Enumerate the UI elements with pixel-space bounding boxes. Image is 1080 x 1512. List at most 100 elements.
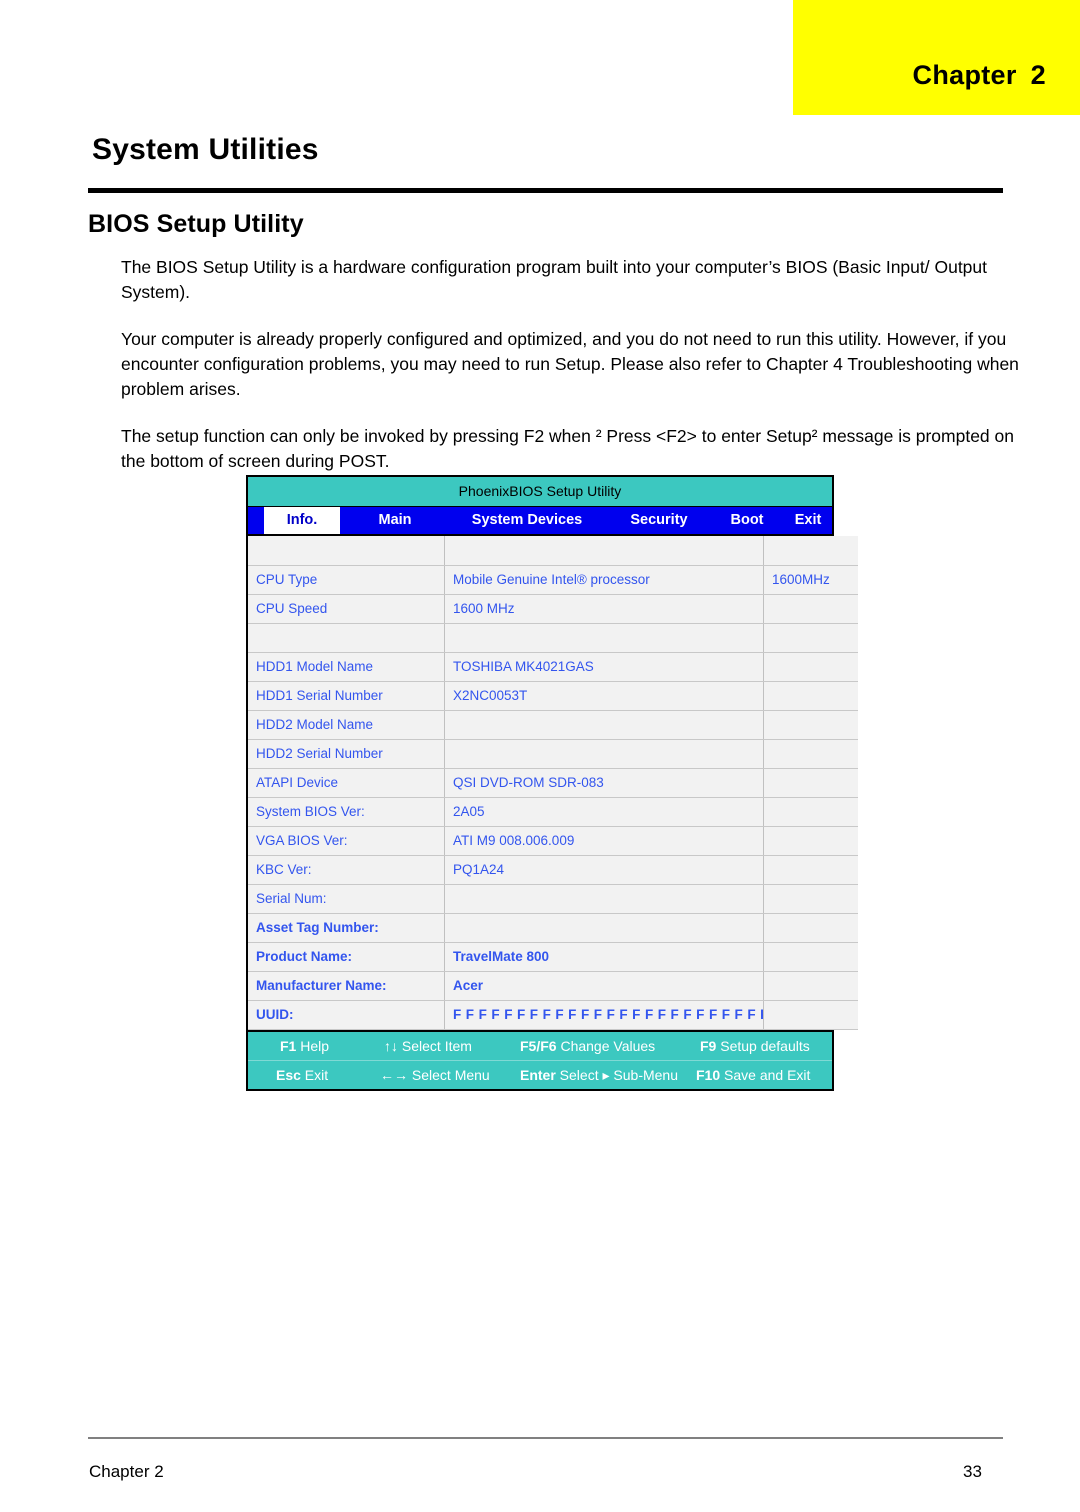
section-title: BIOS Setup Utility (88, 210, 304, 238)
bios-info-value: Acer (444, 971, 764, 1001)
bios-info-label: HDD2 Serial Number (248, 739, 445, 769)
bios-info-row[interactable]: Serial Num: (248, 884, 858, 914)
bios-info-value (444, 884, 764, 914)
bios-info-value: Mobile Genuine Intel® processor (444, 565, 764, 595)
bios-info-label: CPU Speed (248, 594, 445, 624)
bios-key-legend: F1 Help ↑↓ Select Item F5/F6 Change Values… (248, 1029, 832, 1089)
bios-info-label: UUID: (248, 1000, 445, 1030)
bios-info-label: HDD1 Model Name (248, 652, 445, 682)
bios-key-action: Select ▸ Sub-Menu (555, 1066, 678, 1083)
bios-key-name: F9 (700, 1037, 717, 1054)
bios-info-extra (763, 594, 858, 624)
bios-key-name: ↑↓ (384, 1037, 398, 1054)
bios-info-value: TravelMate 800 (444, 942, 764, 972)
bios-info-row[interactable]: Asset Tag Number: (248, 913, 858, 943)
bios-menu-tab-system-devices[interactable]: System Devices (450, 507, 604, 534)
chapter-banner-text: Chapter 2 (913, 60, 1046, 91)
bios-key-name: Enter (520, 1066, 556, 1083)
body-copy: The BIOS Setup Utility is a hardware con… (121, 255, 1019, 496)
bios-info-row[interactable]: KBC Ver: PQ1A24 (248, 855, 858, 885)
paragraph-2: Your computer is already properly config… (121, 329, 1019, 399)
paragraph-3: The setup function can only be invoked b… (121, 426, 1014, 471)
bios-info-row[interactable]: ATAPI Device QSI DVD-ROM SDR-083 (248, 768, 858, 798)
bios-key-name: F10 (696, 1066, 721, 1083)
bios-info-row[interactable]: HDD1 Serial Number X2NC0053T (248, 681, 858, 711)
bios-info-row[interactable]: HDD2 Serial Number (248, 739, 858, 769)
bios-info-extra (763, 536, 858, 566)
bios-info-value: TOSHIBA MK4021GAS (444, 652, 764, 682)
bios-info-row (248, 623, 858, 653)
bios-info-value: 1600 MHz (444, 594, 764, 624)
chapter-banner: Chapter 2 (793, 0, 1080, 115)
bios-info-row[interactable]: CPU Speed 1600 MHz (248, 594, 858, 624)
bios-info-row[interactable]: VGA BIOS Ver: ATI M9 008.006.009 (248, 826, 858, 856)
bios-info-row[interactable]: Manufacturer Name: Acer (248, 971, 858, 1001)
footer-chapter-label: Chapter 2 (89, 1462, 164, 1481)
bios-key-legend-entry: F9 Setup defaults (700, 1032, 810, 1060)
bios-info-extra (763, 768, 858, 798)
bios-key-action: Change Values (556, 1037, 656, 1054)
bios-info-row[interactable]: HDD2 Model Name (248, 710, 858, 740)
bios-key-action: Select Menu (408, 1066, 490, 1083)
bios-info-label: Serial Num: (248, 884, 445, 914)
bios-info-row[interactable]: CPU Type Mobile Genuine Intel® processor 1… (248, 565, 858, 595)
bios-info-value (444, 710, 764, 740)
bios-menu-tab-security[interactable]: Security (604, 507, 714, 534)
bios-info-value: F F F F F F F F F F F F F F F F F F F F … (444, 1000, 764, 1030)
bios-key-legend-entry: F5/F6 Change Values (520, 1032, 655, 1060)
bios-info-row[interactable]: UUID: F F F F F F F F F F F F F F F F F F… (248, 1000, 858, 1030)
bios-key-legend-row-2: Esc Exit ←→ Select Menu Enter Select ▸ Sub… (248, 1059, 832, 1089)
bios-menu-tab-exit[interactable]: Exit (780, 507, 836, 534)
bios-info-extra (763, 797, 858, 827)
bios-key-legend-entry: F10 Save and Exit (696, 1061, 810, 1089)
bios-info-extra (763, 884, 858, 914)
bios-key-name: ←→ (380, 1066, 408, 1083)
bios-info-label (248, 623, 445, 653)
bios-info-label: ATAPI Device (248, 768, 445, 798)
bios-info-extra (763, 739, 858, 769)
bios-menu-tab-main[interactable]: Main (340, 507, 450, 534)
bios-info-label: System BIOS Ver: (248, 797, 445, 827)
bios-key-name: Esc (276, 1066, 301, 1083)
footer-divider (88, 1437, 1003, 1439)
bios-info-value: PQ1A24 (444, 855, 764, 885)
bios-info-extra (763, 1000, 858, 1030)
bios-info-extra (763, 710, 858, 740)
chapter-banner-number: 2 (1030, 60, 1046, 90)
bios-info-label: KBC Ver: (248, 855, 445, 885)
bios-info-value (444, 739, 764, 769)
bios-info-extra (763, 971, 858, 1001)
bios-menu-tab-boot[interactable]: Boot (714, 507, 780, 534)
page-title: System Utilities (92, 133, 319, 166)
bios-info-extra (763, 913, 858, 943)
bios-key-action: Setup defaults (716, 1037, 810, 1054)
bios-key-action: Save and Exit (720, 1066, 811, 1083)
bios-key-action: Help (296, 1037, 330, 1054)
bios-info-value: 2A05 (444, 797, 764, 827)
bios-info-value (444, 536, 764, 566)
bios-setup-screenshot: PhoenixBIOS Setup Utility Info. Main Syste… (246, 475, 858, 1091)
bios-info-row[interactable]: HDD1 Model Name TOSHIBA MK4021GAS (248, 652, 858, 682)
bios-menu-tab-info[interactable]: Info. (264, 507, 340, 534)
bios-key-legend-entry: Esc Exit (276, 1061, 328, 1089)
paragraph-1: The BIOS Setup Utility is a hardware con… (121, 257, 988, 302)
bios-info-label: HDD1 Serial Number (248, 681, 445, 711)
bios-key-legend-entry: ↑↓ Select Item (384, 1032, 472, 1060)
bios-info-table-body: CPU Type Mobile Genuine Intel® processor 1… (248, 536, 858, 1030)
chapter-banner-label: Chapter (912, 60, 1017, 90)
bios-info-extra (763, 652, 858, 682)
bios-info-extra: 1600MHz (763, 565, 858, 595)
title-divider (88, 188, 1003, 193)
bios-info-extra (763, 681, 858, 711)
bios-info-extra (763, 623, 858, 653)
bios-key-name: F5/F6 (520, 1037, 557, 1054)
bios-title-bar: PhoenixBIOS Setup Utility (248, 477, 832, 507)
bios-info-row[interactable]: System BIOS Ver: 2A05 (248, 797, 858, 827)
bios-info-row[interactable]: Product Name: TravelMate 800 (248, 942, 858, 972)
bios-info-value: ATI M9 008.006.009 (444, 826, 764, 856)
bios-key-action: Select Item (398, 1037, 472, 1054)
bios-info-value (444, 623, 764, 653)
bios-info-row (248, 536, 858, 566)
bios-key-legend-entry: Enter Select ▸ Sub-Menu (520, 1061, 678, 1089)
bios-info-value: QSI DVD-ROM SDR-083 (444, 768, 764, 798)
